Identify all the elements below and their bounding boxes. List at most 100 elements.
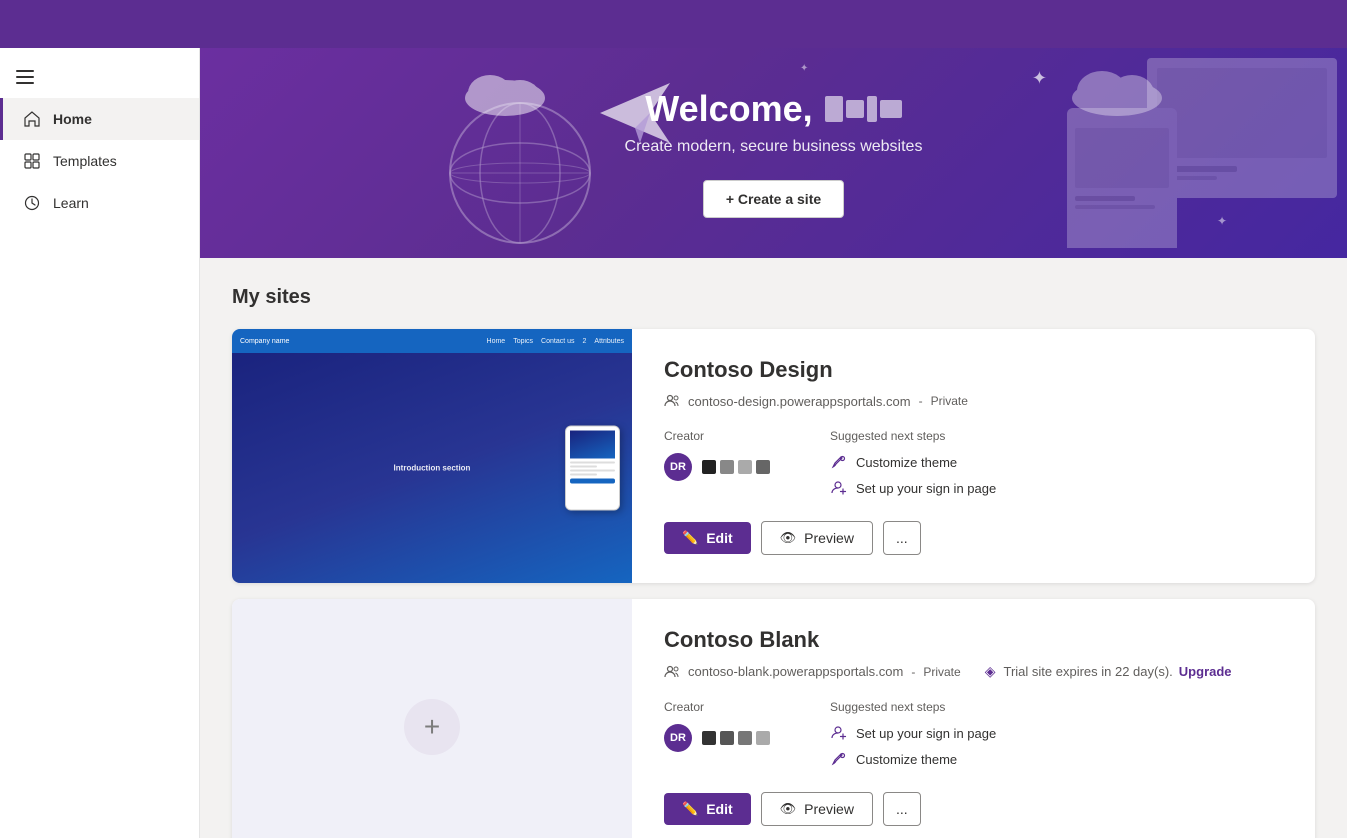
- thumb-nav-1: Home: [487, 338, 506, 345]
- action-row-design: ✏️ Edit 👁 Preview ...: [664, 521, 1283, 555]
- mobile-line-3: [570, 470, 615, 472]
- customize-theme-label: Customize theme: [856, 455, 957, 470]
- add-site-button[interactable]: +: [404, 699, 460, 755]
- site-url-row-blank: contoso-blank.powerappsportals.com - Pri…: [664, 663, 1283, 680]
- cloud-right-decoration: [1067, 63, 1167, 123]
- sidebar-label-templates: Templates: [53, 153, 117, 169]
- person-setup-icon: [830, 479, 848, 497]
- swatch-b4: [756, 731, 770, 745]
- next-step-customize-blank[interactable]: Customize theme: [830, 750, 957, 768]
- next-step-customize-theme[interactable]: Customize theme: [830, 453, 957, 471]
- people-icon-blank: [664, 664, 680, 680]
- mobile-content: [566, 427, 619, 488]
- create-site-button[interactable]: + Create a site: [703, 180, 844, 218]
- more-button-design[interactable]: ...: [883, 521, 921, 555]
- my-sites-title: My sites: [232, 286, 1315, 309]
- edit-label-design: Edit: [706, 530, 732, 546]
- sidebar-item-templates[interactable]: Templates: [0, 140, 199, 182]
- edit-label-blank: Edit: [706, 801, 732, 817]
- edit-button-design[interactable]: ✏️ Edit: [664, 522, 751, 554]
- more-button-blank[interactable]: ...: [883, 792, 921, 826]
- next-steps-col-design: Suggested next steps Cus: [830, 429, 996, 497]
- upgrade-link[interactable]: Upgrade: [1179, 664, 1232, 679]
- swatch-1: [702, 460, 716, 474]
- avatar-blank: DR: [664, 724, 692, 752]
- color-swatches-blank: [702, 731, 770, 745]
- mobile-line-4: [570, 474, 597, 476]
- color-swatches-design: [702, 460, 770, 474]
- tile-2: [846, 100, 864, 118]
- creator-label-blank: Creator: [664, 700, 770, 714]
- swatch-4: [756, 460, 770, 474]
- username-tiles: [825, 96, 902, 122]
- signin-label-blank: Set up your sign in page: [856, 726, 996, 741]
- star2-decoration: ✦: [1217, 214, 1227, 228]
- swatch-b3: [738, 731, 752, 745]
- trial-text: Trial site expires in 22 day(s).: [1003, 664, 1172, 679]
- cloud-left-decoration: [460, 68, 550, 123]
- site-card-contoso-blank: + Contoso Blank contoso-blank.powerappsp…: [232, 599, 1315, 838]
- info-row-blank: Creator DR: [664, 700, 1283, 768]
- sidebar-item-home[interactable]: Home: [0, 98, 199, 140]
- hero-subtitle: Create modern, secure business websites: [625, 138, 923, 156]
- hero-title: Welcome,: [625, 88, 923, 130]
- home-icon: [23, 110, 41, 128]
- thumb-brand: Company name: [240, 338, 289, 345]
- preview-button-blank[interactable]: 👁 Preview: [761, 792, 873, 826]
- sidebar-label-learn: Learn: [53, 195, 89, 211]
- preview-label-design: Preview: [804, 530, 854, 546]
- creator-label-design: Creator: [664, 429, 770, 443]
- top-bar: [0, 0, 1347, 48]
- info-row-design: Creator DR: [664, 429, 1283, 497]
- next-step-signin-design[interactable]: Set up your sign in page: [830, 479, 996, 497]
- swatch-3: [738, 460, 752, 474]
- preview-button-design[interactable]: 👁 Preview: [761, 521, 873, 555]
- thumb-nav-3: Contact us: [541, 338, 574, 345]
- thumb-top-bar: Company name Home Topics Contact us 2 At…: [232, 329, 632, 353]
- action-row-blank: ✏️ Edit 👁 Preview ...: [664, 792, 1283, 826]
- next-step-signin-blank[interactable]: Set up your sign in page: [830, 724, 996, 742]
- pencil-icon-design: ✏️: [682, 530, 698, 546]
- mobile-cta: [570, 479, 615, 484]
- site-name-blank: Contoso Blank: [664, 627, 1283, 653]
- sidebar: Home Templates Learn: [0, 48, 200, 838]
- creator-col-design: Creator DR: [664, 429, 770, 497]
- site-url-design: contoso-design.powerappsportals.com: [688, 394, 911, 409]
- trial-badge: Trial site expires in 22 day(s). Upgrade: [1003, 664, 1231, 679]
- avatar-design: DR: [664, 453, 692, 481]
- site-visibility-design: -: [919, 394, 923, 408]
- person-icon-blank: [830, 724, 848, 742]
- sidebar-toggle[interactable]: [0, 56, 199, 98]
- main-content: Welcome, Create modern, secure business …: [200, 48, 1347, 838]
- creator-row-blank: DR: [664, 724, 770, 752]
- star3-decoration: ✦: [800, 63, 808, 74]
- sidebar-item-learn[interactable]: Learn: [0, 182, 199, 224]
- thumb-intro-text: Introduction section: [394, 464, 471, 473]
- welcome-text: Welcome,: [645, 88, 812, 130]
- thumb-nav-4: 2: [583, 338, 587, 345]
- eye-icon-blank: 👁: [780, 801, 797, 817]
- thumb-main-img: Introduction section: [232, 353, 632, 583]
- site-thumbnail-blank: +: [232, 599, 632, 838]
- brush-icon: [830, 453, 848, 471]
- preview-label-blank: Preview: [804, 801, 854, 817]
- username-block: [825, 96, 902, 122]
- site-name-design: Contoso Design: [664, 357, 1283, 383]
- mobile-img: [570, 431, 615, 459]
- star-decoration: ✦: [1032, 68, 1047, 89]
- diamond-icon: ◈: [985, 663, 996, 680]
- brush-icon-blank: [830, 750, 848, 768]
- next-steps-label-design: Suggested next steps: [830, 429, 996, 443]
- edit-button-blank[interactable]: ✏️ Edit: [664, 793, 751, 825]
- people-icon: [664, 393, 680, 409]
- site-visibility-blank: -: [911, 665, 915, 679]
- tile-1: [825, 96, 843, 122]
- site-visibility-label-design: Private: [931, 394, 968, 408]
- signin-label-design: Set up your sign in page: [856, 481, 996, 496]
- site-visibility-label-blank: Private: [923, 665, 960, 679]
- thumb-nav-2: Topics: [513, 338, 533, 345]
- next-steps-col-blank: Suggested next steps: [830, 700, 996, 768]
- sidebar-label-home: Home: [53, 111, 92, 127]
- learn-icon: [23, 194, 41, 212]
- next-steps-blank: Set up your sign in page: [830, 724, 996, 768]
